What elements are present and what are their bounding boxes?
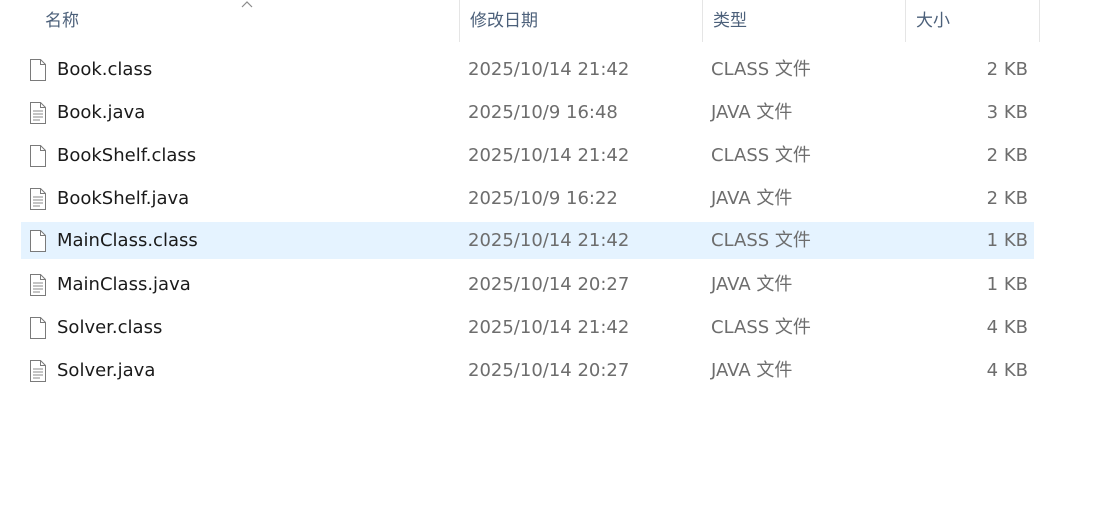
file-name: Book.class [57, 59, 153, 80]
file-row[interactable]: MainClass.class 2025/10/14 21:42 CLASS 文件 1… [21, 222, 1034, 259]
file-size: 2 KB [986, 188, 1028, 209]
file-size: 2 KB [986, 145, 1028, 166]
file-modified-date: 2025/10/9 16:22 [468, 188, 618, 209]
blank-file-icon [29, 59, 47, 81]
file-type: JAVA 文件 [711, 360, 793, 381]
file-name: BookShelf.class [57, 145, 197, 166]
text-file-icon [29, 188, 47, 210]
text-file-icon [29, 274, 47, 296]
file-modified-date: 2025/10/14 20:27 [468, 274, 630, 295]
file-type: JAVA 文件 [711, 274, 793, 295]
file-modified-date: 2025/10/14 21:42 [468, 145, 630, 166]
file-size: 3 KB [986, 102, 1028, 123]
column-header-type[interactable]: 类型 [702, 0, 905, 42]
file-type: CLASS 文件 [711, 145, 811, 166]
file-type: CLASS 文件 [711, 230, 811, 251]
file-row[interactable]: Book.java 2025/10/9 16:48 JAVA 文件 3 KB [21, 94, 1034, 131]
file-row[interactable]: Solver.class 2025/10/14 21:42 CLASS 文件 4 KB [21, 309, 1034, 346]
file-row[interactable]: MainClass.java 2025/10/14 20:27 JAVA 文件 1 K… [21, 266, 1034, 303]
file-modified-date: 2025/10/14 21:42 [468, 230, 630, 251]
file-modified-date: 2025/10/9 16:48 [468, 102, 618, 123]
file-size: 4 KB [986, 317, 1028, 338]
text-file-icon [29, 360, 47, 382]
file-name: Solver.java [57, 360, 156, 381]
file-size: 2 KB [986, 59, 1028, 80]
file-size: 4 KB [986, 360, 1028, 381]
file-row[interactable]: BookShelf.java 2025/10/9 16:22 JAVA 文件 2 KB [21, 180, 1034, 217]
file-name: Solver.class [57, 317, 163, 338]
file-modified-date: 2025/10/14 20:27 [468, 360, 630, 381]
file-name: MainClass.class [57, 230, 198, 251]
file-row[interactable]: Book.class 2025/10/14 21:42 CLASS 文件 2 KB [21, 51, 1034, 88]
file-size: 1 KB [986, 230, 1028, 251]
file-type: JAVA 文件 [711, 102, 793, 123]
file-size: 1 KB [986, 274, 1028, 295]
file-type: CLASS 文件 [711, 59, 811, 80]
blank-file-icon [29, 145, 47, 167]
file-type: CLASS 文件 [711, 317, 811, 338]
file-type: JAVA 文件 [711, 188, 793, 209]
text-file-icon [29, 102, 47, 124]
column-header-name[interactable]: 名称 [35, 0, 459, 42]
file-name: Book.java [57, 102, 146, 123]
file-modified-date: 2025/10/14 21:42 [468, 59, 630, 80]
file-name: MainClass.java [57, 274, 191, 295]
column-header-date[interactable]: 修改日期 [459, 0, 702, 42]
column-header-size[interactable]: 大小 [905, 0, 1040, 42]
blank-file-icon [29, 317, 47, 339]
blank-file-icon [29, 230, 47, 252]
column-header: 名称 修改日期 类型 大小 [0, 0, 1111, 42]
file-row[interactable]: BookShelf.class 2025/10/14 21:42 CLASS 文件 2… [21, 137, 1034, 174]
file-name: BookShelf.java [57, 188, 190, 209]
file-row[interactable]: Solver.java 2025/10/14 20:27 JAVA 文件 4 KB [21, 352, 1034, 389]
file-list-view: 名称 修改日期 类型 大小 Book.class 2025/10/14 21:42… [0, 0, 1111, 516]
file-modified-date: 2025/10/14 21:42 [468, 317, 630, 338]
